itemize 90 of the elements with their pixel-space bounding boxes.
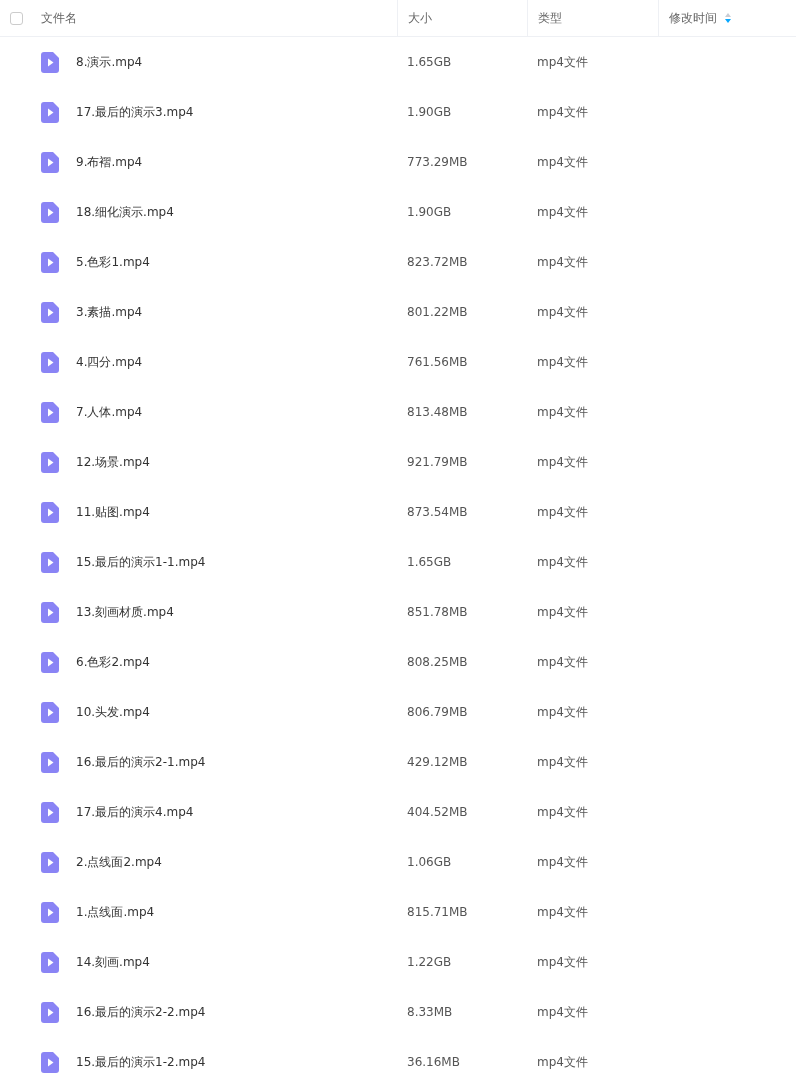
file-type: mp4文件 (537, 904, 588, 919)
file-type: mp4文件 (537, 554, 588, 569)
file-name[interactable]: 16.最后的演示2-1.mp4 (76, 753, 206, 771)
file-name[interactable]: 16.最后的演示2-2.mp4 (76, 1003, 206, 1021)
file-size: 773.29MB (407, 155, 468, 169)
file-type: mp4文件 (537, 754, 588, 769)
sort-icon[interactable] (725, 13, 731, 23)
file-size: 806.79MB (407, 705, 468, 719)
file-type: mp4文件 (537, 54, 588, 69)
file-type: mp4文件 (537, 654, 588, 669)
file-name[interactable]: 3.素描.mp4 (76, 303, 143, 321)
file-size: 761.56MB (407, 355, 468, 369)
file-type: mp4文件 (537, 1004, 588, 1019)
video-file-icon (41, 351, 59, 373)
video-file-icon (41, 851, 59, 873)
video-file-icon (41, 451, 59, 473)
video-file-icon (41, 51, 59, 73)
file-name[interactable]: 2.点线面2.mp4 (76, 853, 162, 871)
video-file-icon (41, 551, 59, 573)
file-type: mp4文件 (537, 354, 588, 369)
file-size: 815.71MB (407, 905, 468, 919)
video-file-icon (41, 501, 59, 523)
video-file-icon (41, 951, 59, 973)
file-type: mp4文件 (537, 604, 588, 619)
file-size: 813.48MB (407, 405, 468, 419)
column-header[interactable]: 修改时间 (669, 9, 717, 27)
file-size: 1.06GB (407, 855, 452, 869)
column-header[interactable]: 大小 (408, 9, 432, 27)
file-size: 8.33MB (407, 1005, 453, 1019)
file-name[interactable]: 14.刻画.mp4 (76, 953, 150, 971)
file-type: mp4文件 (537, 254, 588, 269)
file-name[interactable]: 18.细化演示.mp4 (76, 203, 174, 221)
file-type: mp4文件 (537, 154, 588, 169)
file-type: mp4文件 (537, 954, 588, 969)
video-file-icon (41, 401, 59, 423)
video-file-icon (41, 101, 59, 123)
file-type: mp4文件 (537, 504, 588, 519)
video-file-icon (41, 201, 59, 223)
file-name[interactable]: 15.最后的演示1-1.mp4 (76, 553, 206, 571)
file-size: 1.90GB (407, 105, 452, 119)
video-file-icon (41, 1001, 59, 1023)
video-file-icon (41, 901, 59, 923)
file-size: 851.78MB (407, 605, 468, 619)
file-type: mp4文件 (537, 204, 588, 219)
file-size: 1.65GB (407, 55, 452, 69)
file-type: mp4文件 (537, 404, 588, 419)
file-name[interactable]: 12.场景.mp4 (76, 453, 150, 471)
file-size: 1.65GB (407, 555, 452, 569)
file-name[interactable]: 13.刻画材质.mp4 (76, 603, 174, 621)
file-name[interactable]: 4.四分.mp4 (76, 353, 143, 371)
file-name[interactable]: 1.点线面.mp4 (76, 903, 155, 921)
file-name[interactable]: 15.最后的演示1-2.mp4 (76, 1053, 206, 1071)
file-type: mp4文件 (537, 304, 588, 319)
file-size: 808.25MB (407, 655, 468, 669)
file-size: 404.52MB (407, 805, 468, 819)
video-file-icon (41, 651, 59, 673)
file-name[interactable]: 5.色彩1.mp4 (76, 253, 150, 271)
file-name[interactable]: 7.人体.mp4 (76, 403, 143, 421)
file-type: mp4文件 (537, 1054, 588, 1069)
file-type: mp4文件 (537, 454, 588, 469)
video-file-icon (41, 801, 59, 823)
video-file-icon (41, 701, 59, 723)
file-name[interactable]: 17.最后的演示4.mp4 (76, 803, 194, 821)
file-size: 921.79MB (407, 455, 468, 469)
file-type: mp4文件 (537, 104, 588, 119)
video-file-icon (41, 751, 59, 773)
column-header[interactable]: 文件名 (41, 9, 77, 27)
file-name[interactable]: 6.色彩2.mp4 (76, 653, 150, 671)
video-file-icon (41, 1051, 59, 1073)
file-name[interactable]: 17.最后的演示3.mp4 (76, 103, 194, 121)
file-size: 429.12MB (407, 755, 468, 769)
file-type: mp4文件 (537, 854, 588, 869)
file-name[interactable]: 8.演示.mp4 (76, 53, 143, 71)
file-name[interactable]: 9.布褶.mp4 (76, 153, 143, 171)
video-file-icon (41, 151, 59, 173)
video-file-icon (41, 251, 59, 273)
file-size: 823.72MB (407, 255, 468, 269)
file-size: 873.54MB (407, 505, 468, 519)
video-file-icon (41, 601, 59, 623)
file-size: 1.90GB (407, 205, 452, 219)
column-header[interactable]: 类型 (538, 9, 562, 27)
file-size: 801.22MB (407, 305, 468, 319)
select-all-checkbox[interactable] (10, 11, 23, 25)
file-name[interactable]: 11.贴图.mp4 (76, 503, 150, 521)
file-size: 1.22GB (407, 955, 452, 969)
file-type: mp4文件 (537, 704, 588, 719)
file-type: mp4文件 (537, 804, 588, 819)
file-name[interactable]: 10.头发.mp4 (76, 703, 150, 721)
file-size: 36.16MB (407, 1055, 460, 1069)
video-file-icon (41, 301, 59, 323)
